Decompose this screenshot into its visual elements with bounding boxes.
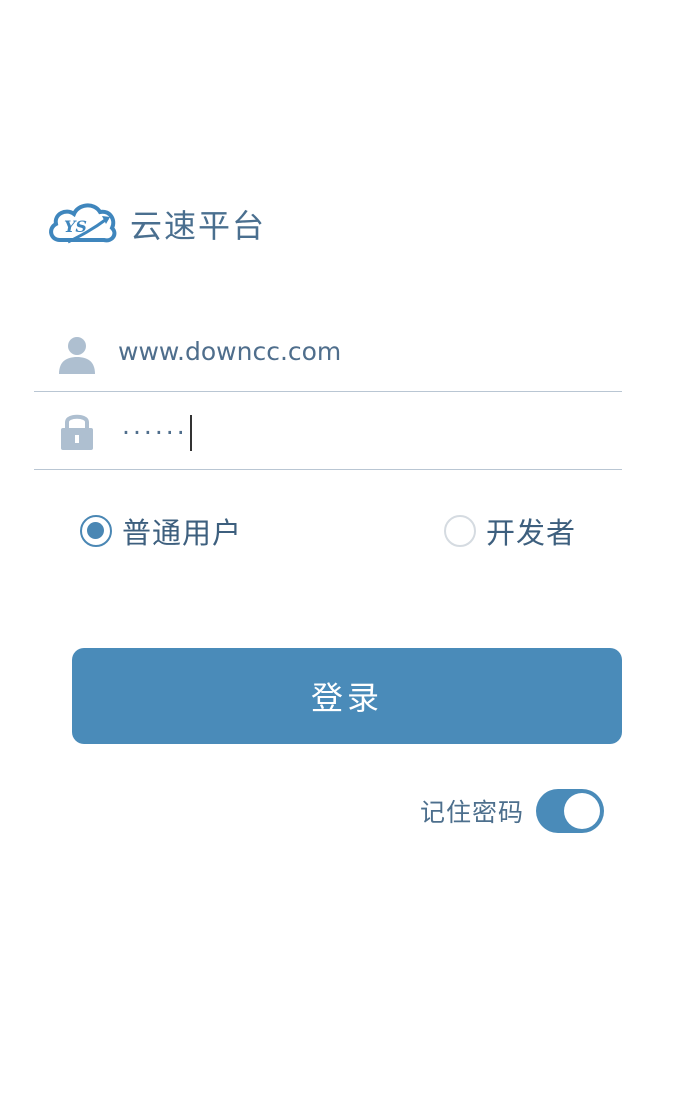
remember-password: 记住密码 [420, 786, 605, 836]
person-icon [59, 337, 95, 374]
app-title: 云速平台 [130, 207, 267, 245]
toggle-knob [564, 793, 601, 829]
login-button[interactable]: 登录 [72, 648, 622, 744]
cloud-logo-icon: YS [49, 203, 117, 244]
text-cursor [189, 415, 192, 451]
remember-password-label: 记住密码 [420, 798, 525, 827]
password-row: ······ [34, 392, 622, 470]
app-brand: YS 云速平台 [46, 196, 266, 252]
lock-icon [61, 414, 93, 450]
svg-text:YS: YS [64, 217, 87, 236]
radio-developer[interactable]: 开发者 [444, 508, 576, 554]
radio-developer-label: 开发者 [486, 516, 577, 550]
login-button-label: 登录 [310, 680, 383, 716]
radio-unchecked-icon [444, 515, 476, 547]
username-input[interactable] [118, 312, 608, 390]
remember-password-toggle[interactable] [536, 789, 605, 833]
username-row [34, 312, 622, 392]
password-input[interactable]: ······ [122, 415, 192, 451]
password-masked-value: ······ [122, 418, 188, 447]
radio-normal-user-label: 普通用户 [122, 516, 243, 550]
radio-checked-icon [80, 515, 112, 547]
radio-normal-user[interactable]: 普通用户 [80, 508, 242, 554]
login-screen: YS 云速平台 ······ 普通用户 开发者 登录 [0, 0, 696, 1101]
